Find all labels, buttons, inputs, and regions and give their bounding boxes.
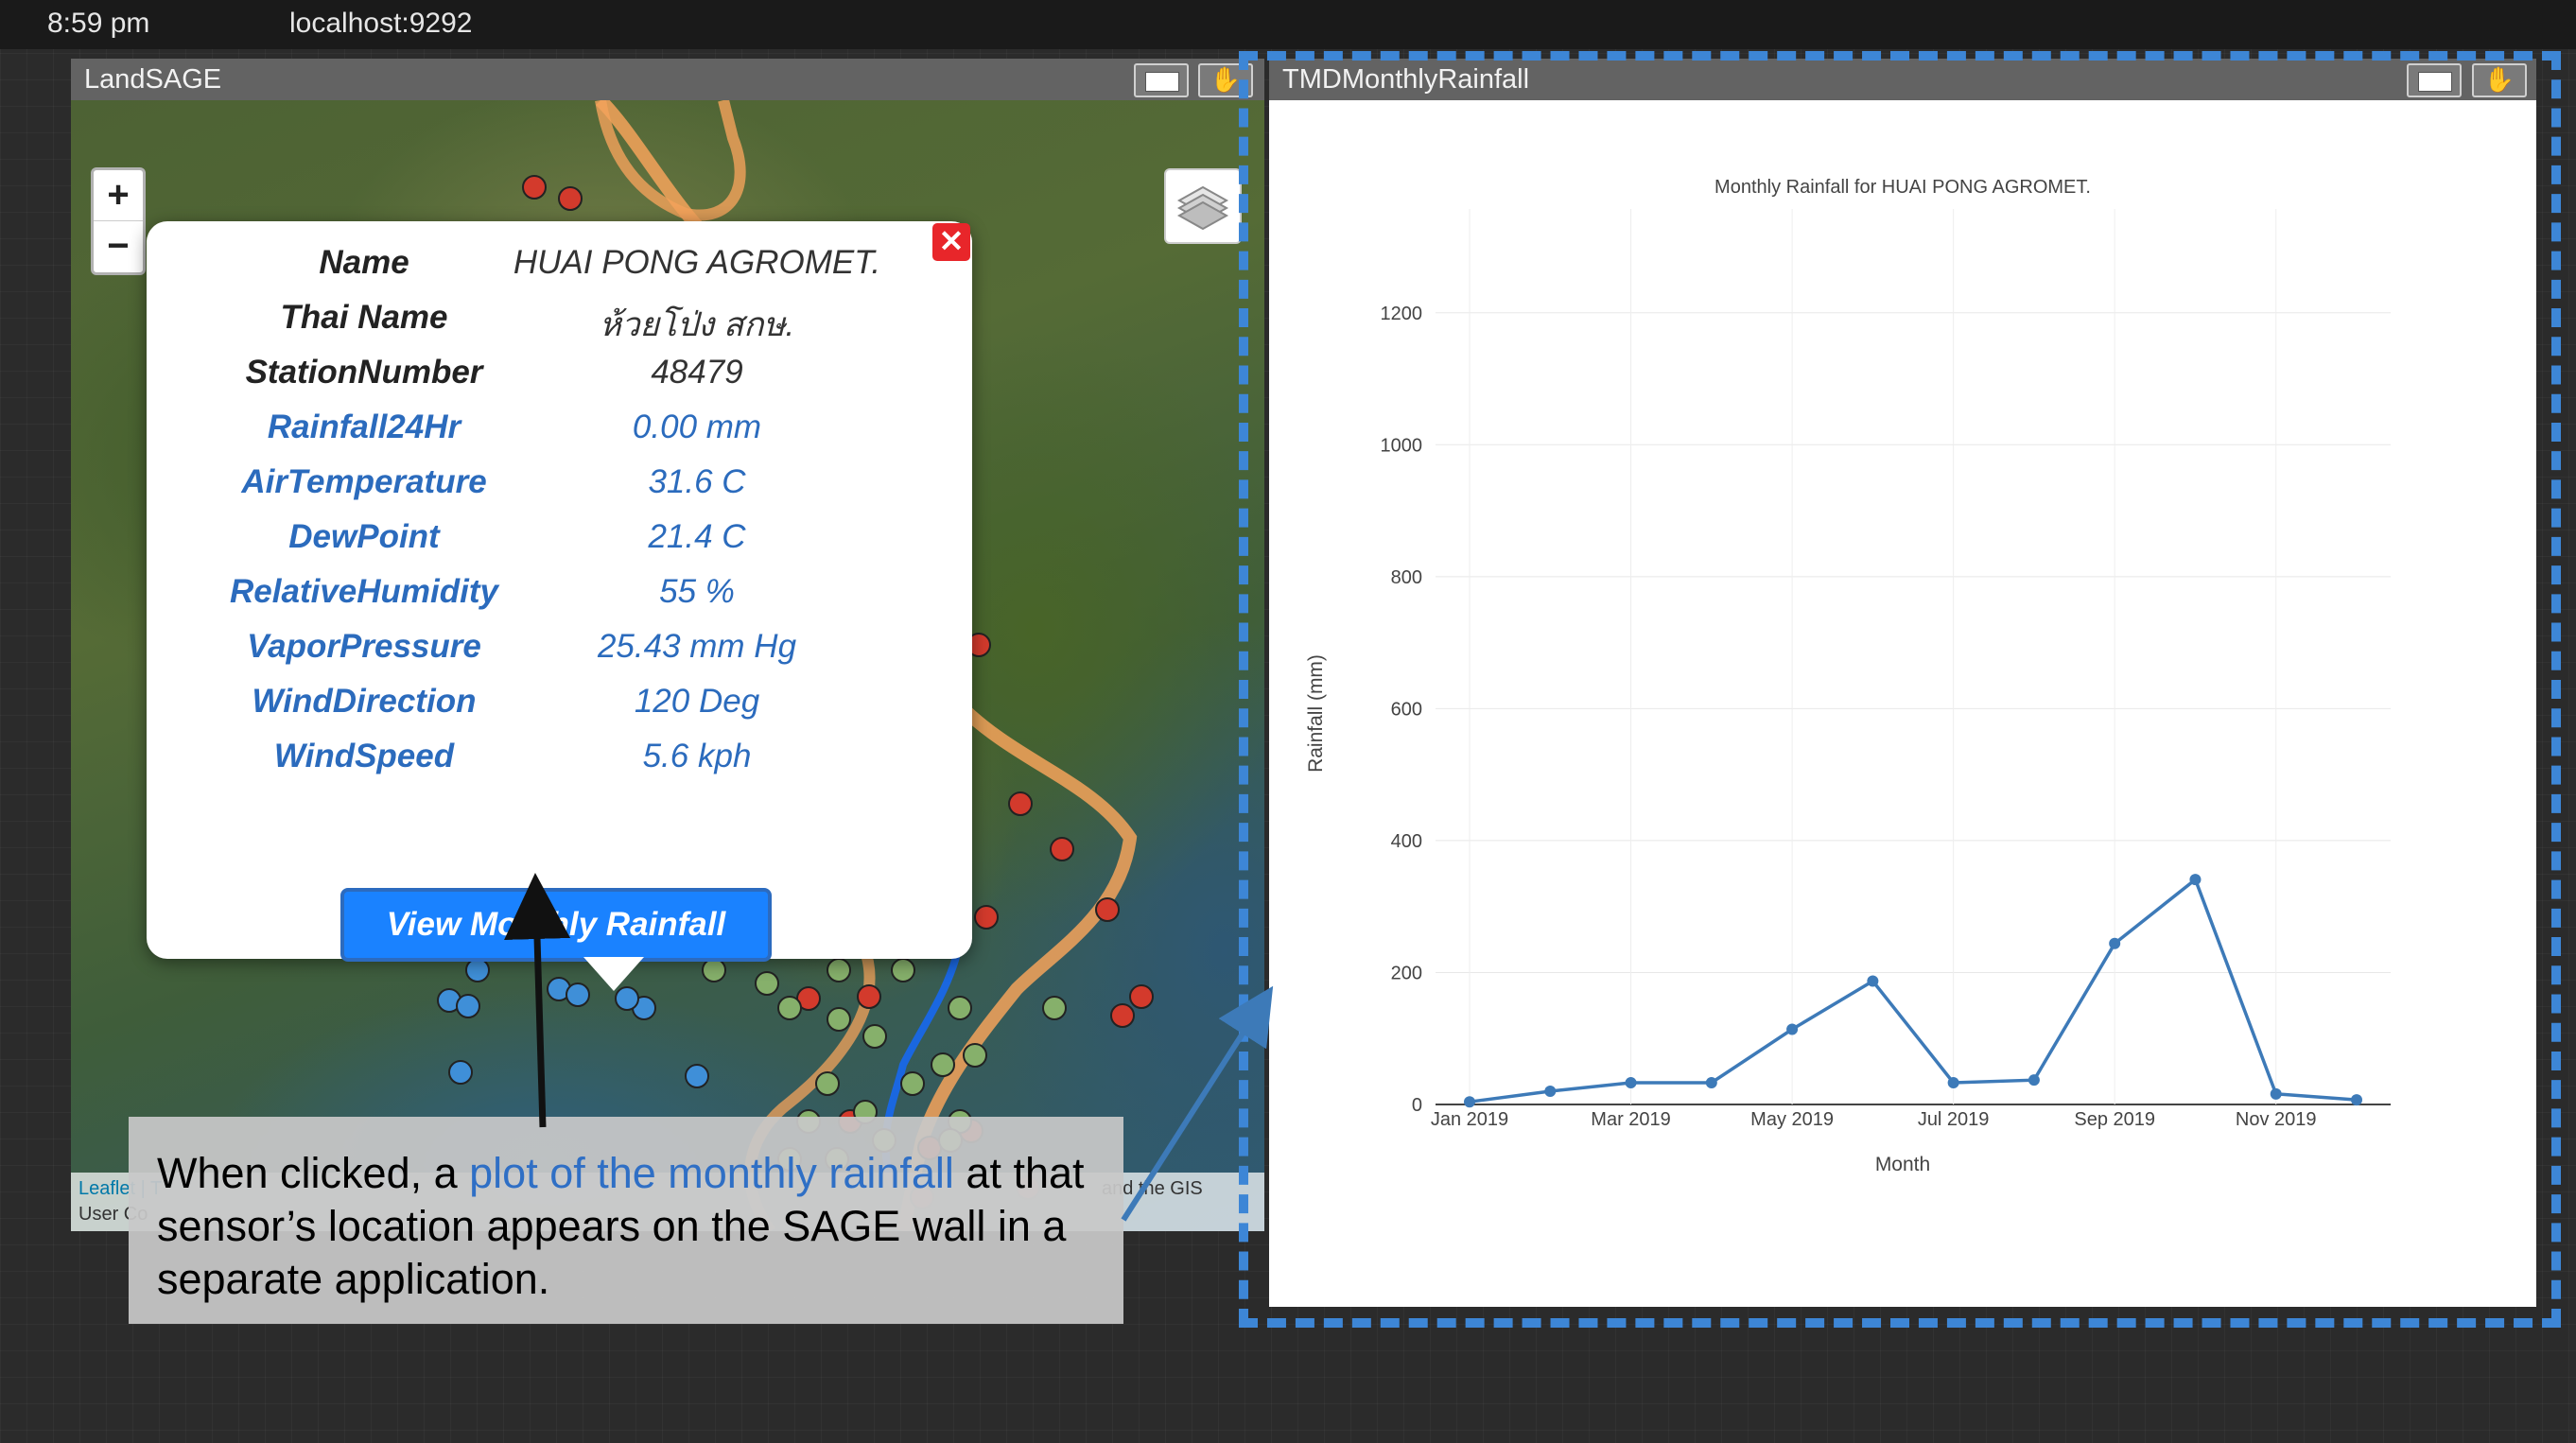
arrow-black bbox=[504, 873, 571, 1128]
arrow-blue bbox=[1121, 985, 1274, 1222]
annotation-arrows bbox=[504, 873, 1274, 1222]
